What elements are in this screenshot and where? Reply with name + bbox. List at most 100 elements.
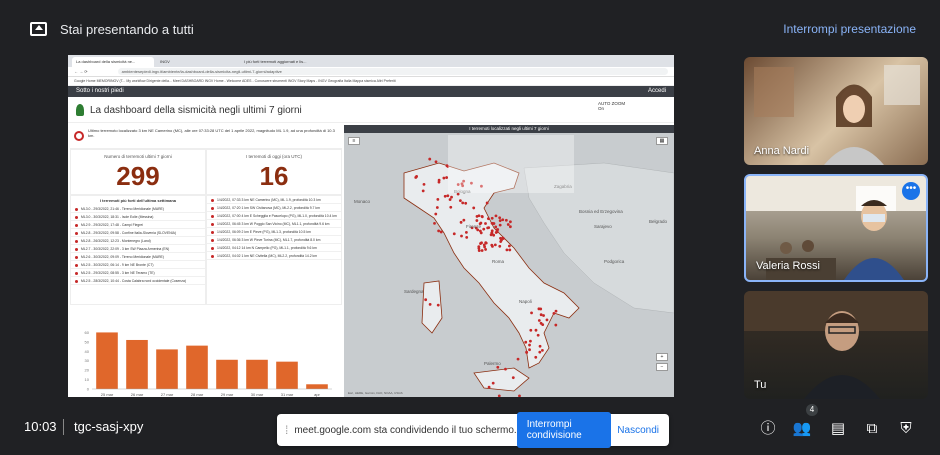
quake-marker[interactable]	[482, 243, 486, 247]
quake-marker[interactable]	[482, 227, 486, 231]
browser-tab[interactable]: INGV	[156, 57, 238, 67]
bar-26-mar[interactable]	[126, 339, 148, 389]
quake-marker[interactable]	[437, 229, 441, 233]
quake-marker[interactable]	[428, 302, 432, 306]
quake-marker[interactable]	[498, 244, 502, 248]
today-quake-item[interactable]: 1/4/2022, 06:09 2 km E Pieve (PG), ML1.3…	[207, 228, 341, 236]
participant-tile-valeria[interactable]: ••• Valeria Rossi	[744, 174, 928, 282]
quake-marker[interactable]	[504, 218, 508, 222]
host-controls-icon[interactable]: ⛨	[896, 418, 916, 438]
quake-marker[interactable]	[501, 218, 505, 222]
bar-30-mar[interactable]	[246, 359, 268, 389]
quake-marker[interactable]	[493, 243, 497, 247]
quake-marker[interactable]	[524, 340, 528, 344]
quake-marker[interactable]	[538, 350, 542, 354]
browser-tab[interactable]: I più forti terremoti aggiornati e lis..…	[240, 57, 322, 67]
quake-marker[interactable]	[436, 197, 440, 201]
quake-marker[interactable]	[554, 309, 558, 313]
quake-marker[interactable]	[433, 221, 436, 225]
zoom-in-button[interactable]: +	[656, 353, 668, 361]
quake-marker[interactable]	[422, 182, 426, 186]
quake-marker[interactable]	[464, 230, 468, 234]
quake-marker[interactable]	[452, 232, 456, 236]
quake-marker[interactable]	[545, 318, 549, 322]
bar-25-mar[interactable]	[96, 332, 118, 389]
quake-marker[interactable]	[485, 201, 489, 205]
autozoom-toggle[interactable]: AUTO ZOOM On	[598, 101, 625, 111]
quake-marker[interactable]	[464, 201, 468, 205]
today-quake-item[interactable]: 1/4/2022, 06:36 3 km W Pieve Torina (MC)…	[207, 236, 341, 244]
quake-marker[interactable]	[428, 157, 432, 161]
quake-marker[interactable]	[534, 355, 538, 359]
quake-marker[interactable]	[475, 219, 479, 222]
hide-banner-button[interactable]: Nascondi	[617, 425, 659, 436]
participant-tile-self[interactable]: Tu	[744, 291, 928, 399]
quake-marker[interactable]	[506, 223, 510, 226]
quake-marker[interactable]	[498, 216, 502, 220]
quake-marker[interactable]	[498, 223, 502, 227]
quake-marker[interactable]	[443, 194, 447, 198]
browser-tab[interactable]: La dashboard della sismicità ne...	[72, 57, 154, 67]
zoom-out-button[interactable]: −	[656, 363, 668, 371]
quake-marker[interactable]	[538, 344, 542, 348]
strongest-quake-item[interactable]: ML2.5 - 30/3/2022, 06:14 - 9 km NE Bront…	[71, 261, 205, 269]
quake-marker[interactable]	[436, 303, 440, 307]
login-link[interactable]: Accedi	[648, 88, 666, 95]
quake-marker[interactable]	[414, 176, 418, 179]
activities-icon[interactable]: ⧉	[862, 418, 882, 438]
strongest-quake-item[interactable]: ML2.6 - 30/3/2022, 09:09 - Tirreno Merid…	[71, 253, 205, 261]
strongest-quake-item[interactable]: ML3.0 - 30/3/2022, 18:31 - Isole Eolie (…	[71, 213, 205, 221]
quake-marker[interactable]	[508, 225, 512, 229]
quake-marker[interactable]	[484, 241, 488, 244]
quake-marker[interactable]	[465, 235, 469, 239]
strongest-quake-item[interactable]: ML2.5 - 29/3/2022, 08:55 - 3 km NE Teram…	[71, 269, 205, 277]
quake-marker[interactable]	[490, 216, 494, 220]
quake-marker[interactable]	[518, 394, 521, 397]
layers-button[interactable]: ≡	[348, 137, 360, 145]
today-quake-item[interactable]: 1/4/2022, 07:33 3 km NE Camerino (MC), M…	[207, 196, 341, 204]
today-quake-item[interactable]: 1/4/2022, 04:12 14 km N Campello (PG), M…	[207, 244, 341, 252]
strongest-quake-item[interactable]: ML3.0 - 29/3/2022, 21:46 - Tirreno Merid…	[71, 205, 205, 213]
quake-marker[interactable]	[541, 323, 545, 327]
quake-marker[interactable]	[487, 385, 491, 389]
quake-marker[interactable]	[525, 350, 529, 354]
quake-marker[interactable]	[554, 323, 558, 327]
quake-marker[interactable]	[500, 238, 503, 242]
quake-marker[interactable]	[539, 313, 543, 317]
quake-marker[interactable]	[529, 328, 533, 332]
quake-marker[interactable]	[449, 205, 453, 209]
quake-marker[interactable]	[437, 178, 441, 182]
quake-marker[interactable]	[484, 222, 487, 225]
quake-marker[interactable]	[479, 242, 482, 245]
quake-marker[interactable]	[534, 328, 538, 332]
quake-marker[interactable]	[490, 229, 494, 233]
strongest-quake-item[interactable]: ML2.8 - 29/3/2022, 09:58 - Confine Itali…	[71, 229, 205, 237]
strongest-quake-item[interactable]: ML2.8 - 26/3/2022, 12:23 - Montenegro (L…	[71, 237, 205, 245]
today-quake-item[interactable]: 1/4/2022, 07:20 1 km SW Civitanova (MC),…	[207, 204, 341, 212]
quake-marker[interactable]	[494, 225, 498, 229]
more-options-button[interactable]: •••	[902, 182, 920, 200]
quake-marker[interactable]	[536, 333, 540, 337]
quake-marker[interactable]	[495, 230, 499, 234]
quake-marker[interactable]	[442, 176, 446, 180]
quake-marker[interactable]	[460, 234, 463, 238]
quake-marker[interactable]	[504, 367, 507, 371]
quake-marker[interactable]	[498, 219, 502, 223]
today-quake-item[interactable]: 1/4/2022, 06:45 3 km W Poggio San Vicino…	[207, 220, 341, 228]
quake-marker[interactable]	[479, 231, 483, 235]
quake-marker[interactable]	[537, 319, 541, 322]
quake-marker[interactable]	[458, 199, 462, 203]
quake-marker[interactable]	[459, 220, 463, 224]
quake-marker[interactable]	[461, 201, 465, 205]
today-quake-item[interactable]: 1/4/2022, 07:00 4 km E Schegglia e Pasce…	[207, 212, 341, 220]
quake-marker[interactable]	[541, 348, 544, 352]
map-grid-button[interactable]: ▦	[656, 137, 668, 145]
quake-marker[interactable]	[448, 198, 452, 201]
quake-marker[interactable]	[477, 249, 481, 253]
quake-marker[interactable]	[516, 357, 520, 361]
bar-28-mar[interactable]	[186, 345, 208, 389]
quake-marker[interactable]	[450, 195, 453, 199]
quake-marker[interactable]	[496, 365, 500, 369]
quake-marker[interactable]	[507, 244, 511, 248]
today-quake-item[interactable]: 1/4/2022, 04:02 1 km NE Civitella (MC), …	[207, 252, 341, 260]
